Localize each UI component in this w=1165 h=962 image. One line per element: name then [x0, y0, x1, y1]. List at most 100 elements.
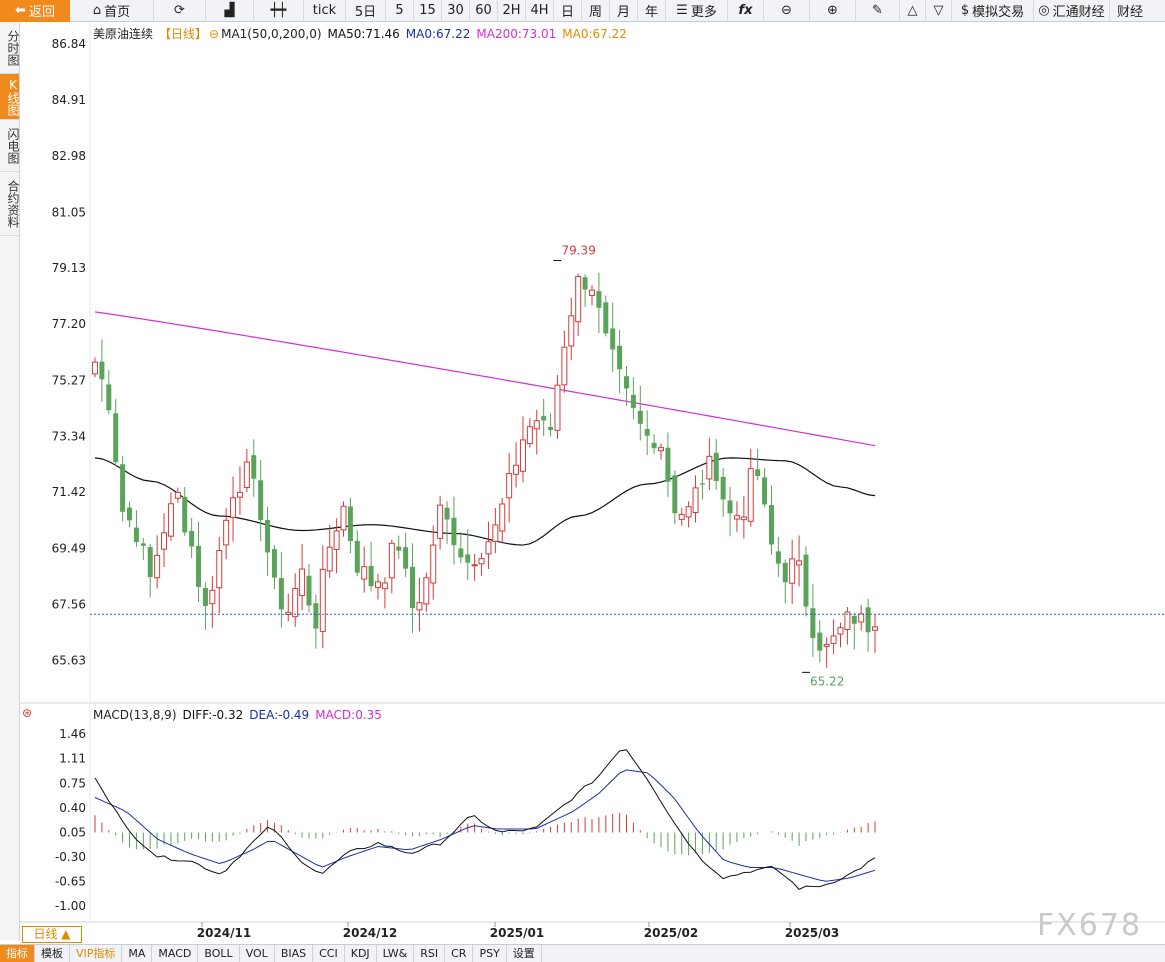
- sidebar-item-timeshare[interactable]: 分时图: [0, 22, 20, 74]
- ma0b-label: MA0:67.22: [562, 27, 627, 41]
- candle-body: [465, 554, 471, 563]
- formula-button[interactable]: fx: [728, 0, 764, 22]
- candle-body: [617, 345, 623, 370]
- settings-icon[interactable]: ⊖: [209, 27, 219, 41]
- candle-body: [375, 581, 382, 589]
- tab-indicator[interactable]: 指标: [0, 945, 35, 962]
- draw-button[interactable]: ✎: [856, 0, 900, 22]
- sidebar-item-lightning[interactable]: 闪电图: [0, 120, 20, 172]
- period-month[interactable]: 月: [610, 0, 638, 22]
- period-4h[interactable]: 4H: [526, 0, 554, 22]
- period-tab[interactable]: 日线 ▲: [22, 926, 82, 943]
- period-5min[interactable]: 5: [386, 0, 414, 22]
- candle-body: [313, 603, 319, 629]
- candle-body: [154, 554, 161, 579]
- x-tick-label: 2025/03: [785, 926, 839, 940]
- sim-trade-button[interactable]: $ 模拟交易: [952, 0, 1034, 22]
- candle-body: [561, 346, 568, 386]
- macd-tick-label: -0.30: [55, 850, 86, 864]
- kline-chart[interactable]: 86.84 84.91 82.98 81.05 79.13 77.20 75.27 73.34…: [0, 0, 1165, 962]
- tab-template[interactable]: 模板: [35, 945, 70, 962]
- chart-type-button[interactable]: ▟: [206, 0, 254, 22]
- tab-lw[interactable]: LW&: [377, 945, 415, 962]
- ma200-line: [94, 311, 876, 447]
- tab-ma[interactable]: MA: [122, 945, 153, 962]
- candle-body: [603, 302, 609, 334]
- candle-body: [133, 527, 139, 542]
- tab-macd[interactable]: MACD: [152, 945, 199, 962]
- ma50-line: [94, 457, 876, 546]
- dea-line: [94, 769, 876, 882]
- left-sidebar: 分时图 K线图 闪电图 合约资料: [0, 22, 20, 940]
- finance-button[interactable]: 财经: [1110, 0, 1150, 22]
- period-2h[interactable]: 2H: [498, 0, 526, 22]
- macd-label: MACD:0.35: [315, 708, 382, 722]
- candle-body: [506, 473, 513, 499]
- candle-body: [803, 554, 809, 607]
- period-tick[interactable]: tick: [304, 0, 346, 22]
- tab-bias[interactable]: BIAS: [275, 945, 314, 962]
- candle-body: [368, 565, 374, 587]
- price-tick-label: 75.27: [52, 373, 86, 387]
- indicator-bar: 指标 模板 VIP指标 MA MACD BOLL VOL BIAS CCI KD…: [0, 944, 1165, 962]
- tab-vip-indicator[interactable]: VIP指标: [70, 945, 123, 962]
- candle-body: [533, 420, 540, 430]
- candle-body: [106, 384, 112, 411]
- candle-body: [326, 546, 333, 572]
- tab-settings[interactable]: 设置: [507, 945, 542, 962]
- candle-body: [713, 452, 719, 481]
- tab-boll[interactable]: BOLL: [198, 945, 240, 962]
- candle-body: [265, 520, 271, 553]
- price-tick-label: 86.84: [52, 37, 86, 51]
- zoom-out-button[interactable]: ⊖: [764, 0, 810, 22]
- candle-button[interactable]: ┿┿: [254, 0, 304, 22]
- tab-rsi[interactable]: RSI: [414, 945, 446, 962]
- tab-vol[interactable]: VOL: [240, 945, 275, 962]
- candle-body: [437, 504, 444, 539]
- tab-psy[interactable]: PSY: [473, 945, 507, 962]
- tab-cci[interactable]: CCI: [313, 945, 345, 962]
- up-button[interactable]: △: [900, 0, 926, 22]
- refresh-button[interactable]: ⟳: [154, 0, 206, 22]
- period-year[interactable]: 年: [638, 0, 666, 22]
- tab-kdj[interactable]: KDJ: [345, 945, 377, 962]
- period-5day[interactable]: 5日: [346, 0, 386, 22]
- candle-body: [340, 505, 347, 531]
- candle-body: [720, 476, 726, 500]
- candle-body: [347, 506, 353, 542]
- sidebar-item-kline[interactable]: K线图: [0, 74, 20, 120]
- period-week[interactable]: 周: [582, 0, 610, 22]
- news-button[interactable]: ◎ 汇通财经: [1034, 0, 1110, 22]
- price-tick-label: 67.56: [52, 597, 86, 611]
- more-button[interactable]: ☰ 更多: [666, 0, 728, 22]
- home-icon: ⌂: [92, 3, 102, 18]
- candle-body: [548, 426, 554, 431]
- candle-body: [451, 517, 457, 546]
- candle-body: [140, 543, 146, 546]
- zoom-in-button[interactable]: ⊕: [810, 0, 856, 22]
- period-15min[interactable]: 15: [414, 0, 442, 22]
- down-button[interactable]: ▽: [926, 0, 952, 22]
- period-30min[interactable]: 30: [442, 0, 470, 22]
- price-tick-label: 73.34: [52, 429, 86, 443]
- x-tick-label: 2025/02: [644, 926, 698, 940]
- price-tick-label: 77.20: [52, 317, 86, 331]
- candle-body: [568, 315, 575, 347]
- x-tick-label: 2024/11: [197, 926, 251, 940]
- tab-cr[interactable]: CR: [445, 945, 474, 962]
- home-button[interactable]: ⌂ 首页: [70, 0, 154, 22]
- period-60min[interactable]: 60: [470, 0, 498, 22]
- candle-body: [299, 568, 306, 596]
- candle-body: [174, 491, 181, 499]
- candle-body: [844, 611, 851, 630]
- candle-body: [651, 442, 657, 449]
- indicator-settings-icon[interactable]: ⊛: [22, 706, 32, 720]
- candle-body: [492, 524, 499, 542]
- price-tick-label: 81.05: [52, 205, 86, 219]
- period-day[interactable]: 日: [554, 0, 582, 22]
- candle-body: [403, 547, 409, 569]
- sidebar-item-contract[interactable]: 合约资料: [0, 172, 20, 236]
- candle-body: [167, 503, 174, 537]
- back-button[interactable]: ⬅ 返回: [0, 0, 70, 22]
- menu-icon: ☰: [676, 3, 688, 18]
